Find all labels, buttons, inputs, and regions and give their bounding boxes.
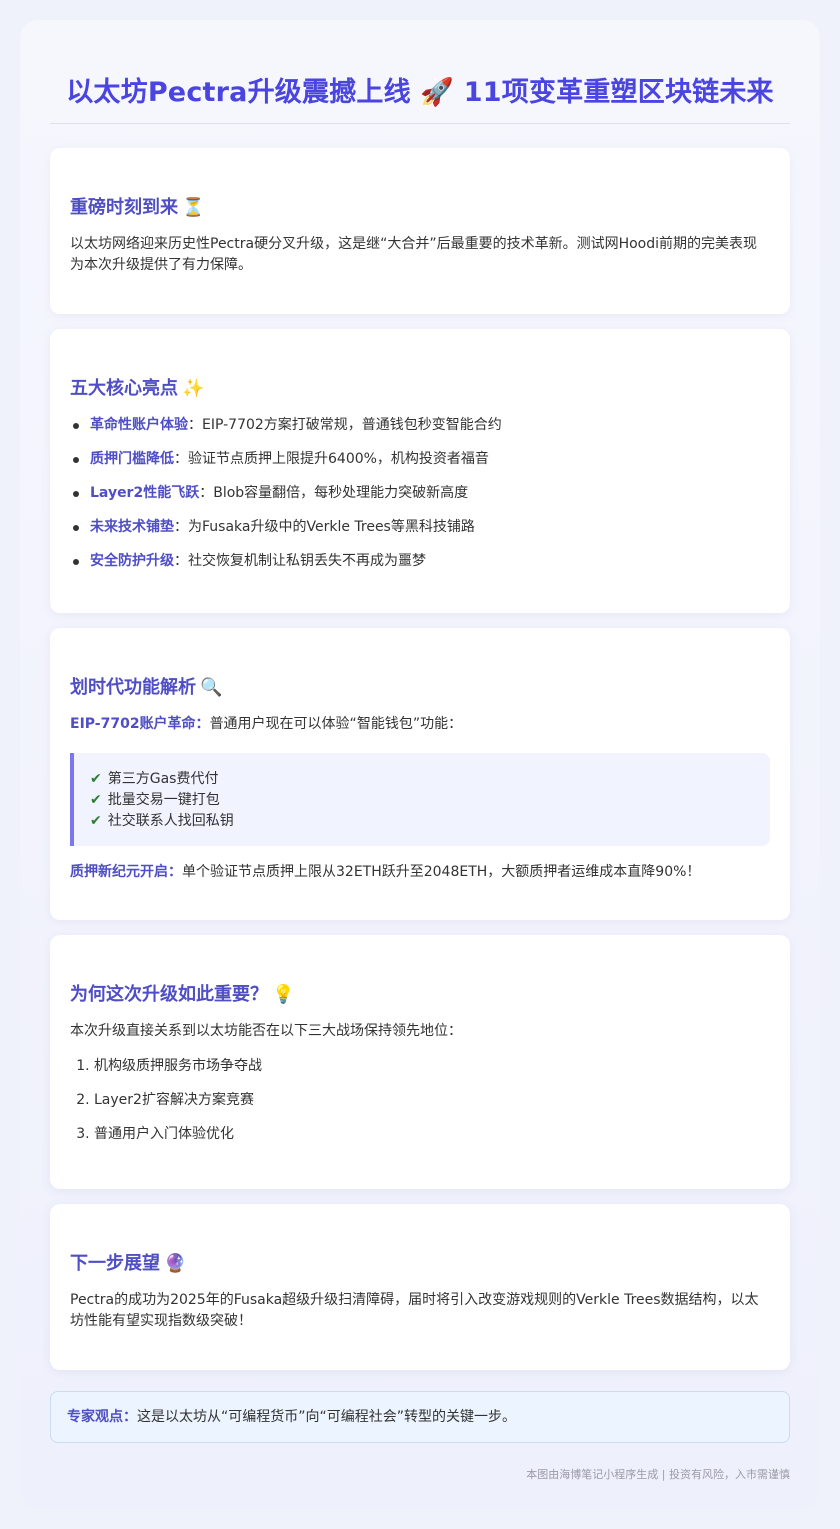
section-heading: 下一步展望 🔮 <box>70 1253 187 1274</box>
check-icon: ✔ <box>90 771 102 787</box>
footer-note: 本图由海博笔记小程序生成 | 投资有风险，入市需谨慎 <box>526 1468 790 1481</box>
card-why-important: 为何这次升级如此重要？ 💡 本次升级直接关系到以太坊能否在以下三大战场保持领先地位… <box>50 935 790 1189</box>
list-item: Layer2扩容解决方案竞赛 <box>94 1090 770 1124</box>
battlefield-list: 机构级质押服务市场争夺战 Layer2扩容解决方案竞赛 普通用户入门体验优化 <box>70 1056 770 1158</box>
card-feature-analysis: 划时代功能解析 🔍 EIP-7702账户革命：普通用户现在可以体验“智能钱包”功能… <box>50 628 790 920</box>
list-item: 未来技术铺垫：为Fusaka升级中的Verkle Trees等黑科技铺路 <box>70 517 770 551</box>
list-item: ✔ 批量交易一键打包 <box>90 792 220 808</box>
sparkles-icon: ✨ <box>182 378 205 399</box>
section-heading: 为何这次升级如此重要？ 💡 <box>70 984 295 1005</box>
list-item: 普通用户入门体验优化 <box>94 1124 770 1158</box>
hourglass-icon: ⏳ <box>182 197 205 218</box>
list-item: ✔ 第三方Gas费代付 <box>90 771 219 787</box>
section-text: 以太坊网络迎来历史性Pectra硬分叉升级，这是继“大合并”后最重要的技术革新。… <box>70 236 758 273</box>
check-icon: ✔ <box>90 792 102 808</box>
card-outlook: 下一步展望 🔮 Pectra的成功为2025年的Fusaka超级升级扫清障碍，届时… <box>50 1204 790 1370</box>
section-heading: 划时代功能解析 🔍 <box>70 677 223 698</box>
feature-checklist: ✔ 第三方Gas费代付 ✔ 批量交易一键打包 ✔ 社交联系人找回私钥 <box>70 753 770 846</box>
eip7702-paragraph: EIP-7702账户革命：普通用户现在可以体验“智能钱包”功能： <box>70 716 463 732</box>
card-highlights: 五大核心亮点 ✨ 革命性账户体验：EIP-7702方案打破常规，普通钱包秒变智能合… <box>50 329 790 613</box>
card-heavy-moment: 重磅时刻到来 ⏳ 以太坊网络迎来历史性Pectra硬分叉升级，这是继“大合并”后最… <box>50 148 790 314</box>
poster: 以太坊Pectra升级震撼上线 🚀 11项变革重塑区块链未来 重磅时刻到来 ⏳ 以… <box>20 20 820 1509</box>
staking-paragraph: 质押新纪元开启：单个验证节点质押上限从32ETH跃升至2048ETH，大额质押者… <box>70 864 701 880</box>
list-item: 机构级质押服务市场争夺战 <box>94 1056 770 1090</box>
list-item: 质押门槛降低：验证节点质押上限提升6400%，机构投资者福音 <box>70 449 770 483</box>
crystal-ball-icon: 🔮 <box>164 1253 187 1274</box>
page-title: 以太坊Pectra升级震撼上线 🚀 11项变革重塑区块链未来 <box>66 77 774 108</box>
list-item: 革命性账户体验：EIP-7702方案打破常规，普通钱包秒变智能合约 <box>70 415 770 449</box>
section-text: Pectra的成功为2025年的Fusaka超级升级扫清障碍，届时将引入改变游戏… <box>70 1292 759 1329</box>
list-item: 安全防护升级：社交恢复机制让私钥丢失不再成为噩梦 <box>70 551 770 585</box>
section-heading: 五大核心亮点 ✨ <box>70 378 205 399</box>
list-item: Layer2性能飞跃：Blob容量翻倍，每秒处理能力突破新高度 <box>70 483 770 517</box>
highlights-list: 革命性账户体验：EIP-7702方案打破常规，普通钱包秒变智能合约 质押门槛降低… <box>70 415 770 585</box>
expert-quote: 专家观点：这是以太坊从“可编程货币”向“可编程社会”转型的关键一步。 <box>50 1391 790 1443</box>
check-icon: ✔ <box>90 813 102 829</box>
section-text: 本次升级直接关系到以太坊能否在以下三大战场保持领先地位： <box>70 1023 462 1039</box>
section-heading: 重磅时刻到来 ⏳ <box>70 197 205 218</box>
magnifier-icon: 🔍 <box>200 677 223 698</box>
lightbulb-icon: 💡 <box>272 984 295 1005</box>
title-divider <box>50 123 790 124</box>
list-item: ✔ 社交联系人找回私钥 <box>90 813 234 829</box>
